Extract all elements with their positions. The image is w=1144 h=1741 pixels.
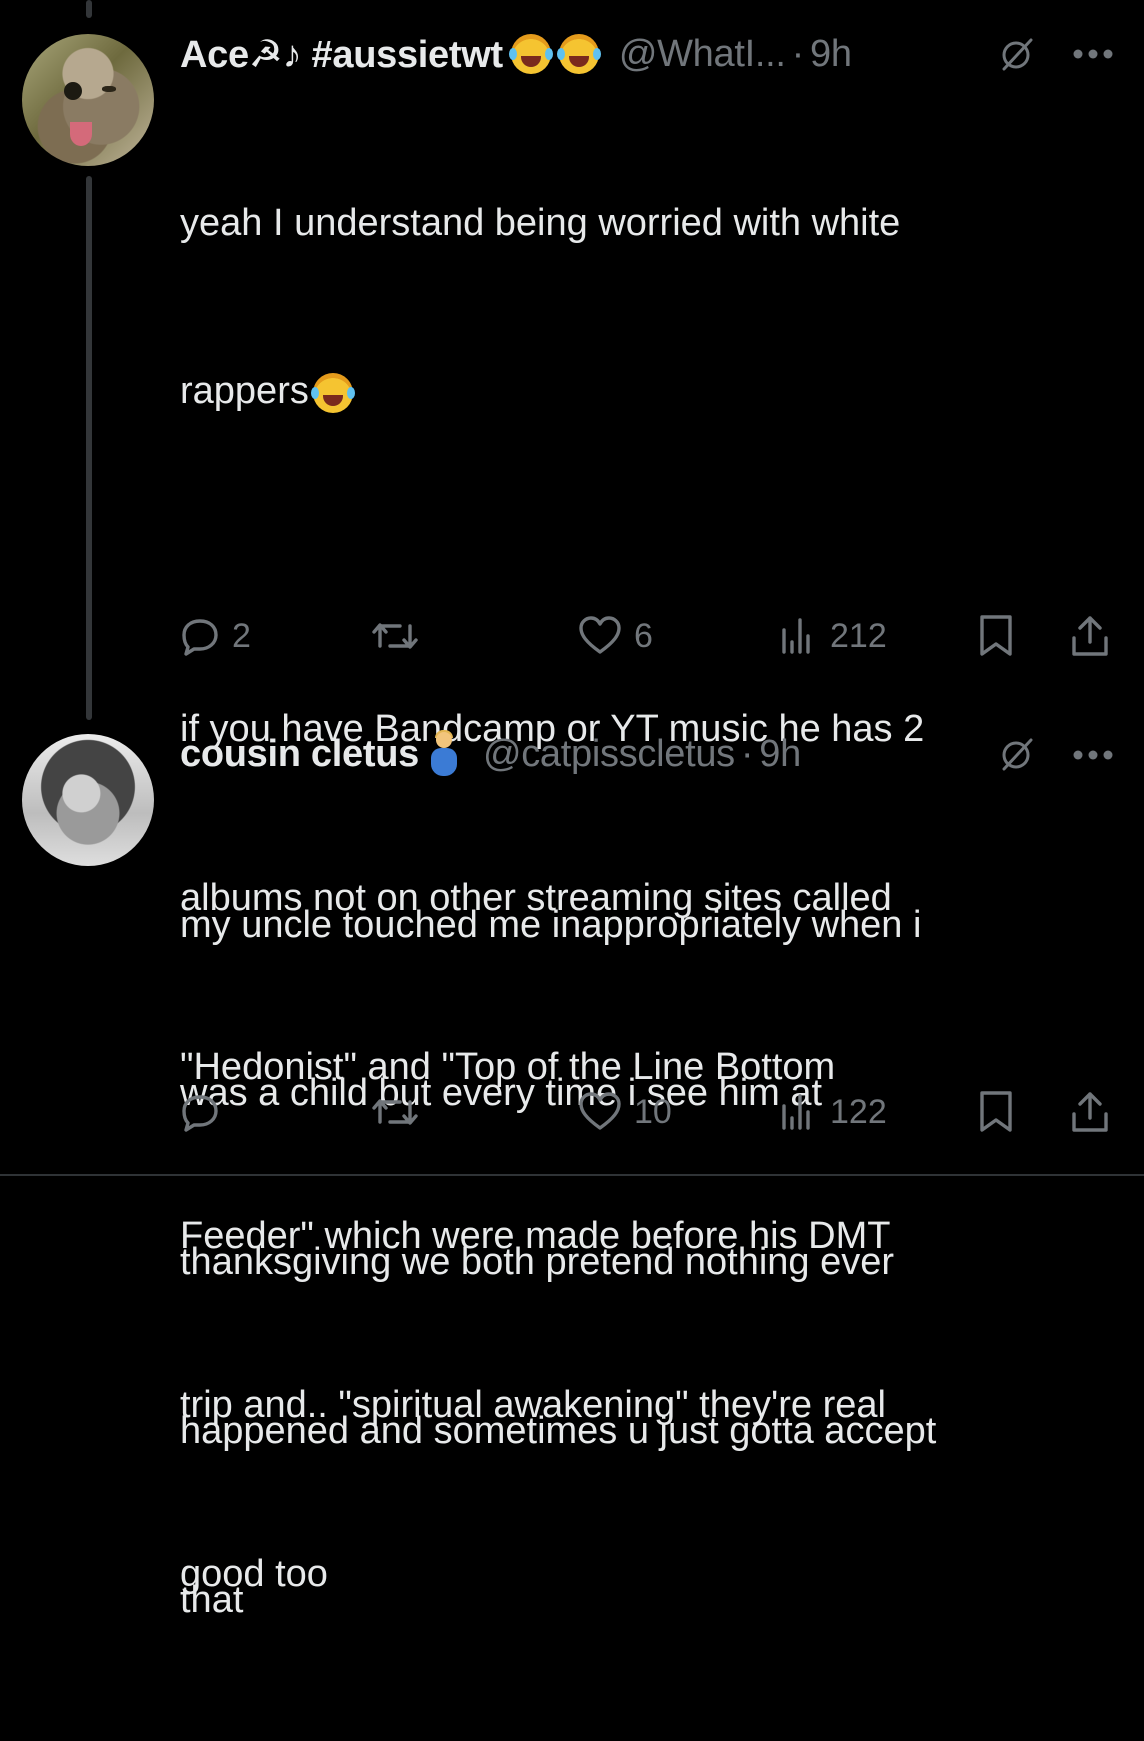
bookmark-icon bbox=[980, 615, 1012, 656]
tweet-text-line: my uncle touched me inappropriately when… bbox=[180, 903, 922, 946]
views-button[interactable]: 122 bbox=[778, 1087, 887, 1137]
like-button[interactable]: 10 bbox=[578, 1087, 672, 1137]
timestamp[interactable]: 9h bbox=[759, 733, 801, 776]
separator-dot: · bbox=[740, 732, 754, 775]
bookmark-button[interactable] bbox=[976, 611, 1016, 661]
share-button[interactable] bbox=[1070, 1087, 1110, 1137]
tweet-text-line: rappers bbox=[180, 363, 1100, 419]
like-button[interactable]: 6 bbox=[578, 611, 653, 661]
more-options-icon[interactable] bbox=[1072, 48, 1114, 60]
display-name[interactable]: cousin cletus bbox=[180, 733, 419, 776]
share-icon bbox=[1072, 616, 1108, 656]
repost-button[interactable] bbox=[370, 611, 420, 661]
divider bbox=[0, 1174, 1144, 1176]
view-count: 212 bbox=[830, 616, 887, 655]
user-handle[interactable]: @WhatI... bbox=[619, 33, 786, 76]
grok-icon[interactable] bbox=[1000, 737, 1034, 771]
display-name[interactable]: Ace☭♪ #aussietwt bbox=[180, 32, 503, 77]
grok-icon[interactable] bbox=[1000, 37, 1034, 71]
view-count: 122 bbox=[830, 1092, 887, 1131]
heart-icon bbox=[579, 1092, 621, 1130]
bookmark-button[interactable] bbox=[976, 1087, 1016, 1137]
tweet-header: Ace☭♪ #aussietwt @WhatI... · 9h bbox=[180, 29, 852, 79]
tweet-header: cousin cletus @catpisscletus · 9h bbox=[180, 729, 801, 779]
tweet-text-line: ​ bbox=[180, 532, 1100, 588]
tweet-text-line: happened and sometimes u just gotta acce… bbox=[180, 1410, 937, 1453]
repost-button[interactable] bbox=[370, 1087, 420, 1137]
views-icon bbox=[782, 1094, 810, 1130]
repost-icon bbox=[372, 623, 418, 649]
share-button[interactable] bbox=[1070, 611, 1110, 661]
joy-cat-emoji bbox=[310, 373, 355, 414]
tweet-text-line: yeah I understand being worried with whi… bbox=[180, 201, 901, 244]
views-button[interactable]: 212 bbox=[778, 611, 887, 661]
reply-count: 2 bbox=[232, 616, 251, 655]
reply-button[interactable] bbox=[180, 1087, 232, 1137]
reply-icon bbox=[182, 1095, 218, 1132]
like-count: 6 bbox=[634, 616, 653, 655]
tweet-text-line: thanksgiving we both pretend nothing eve… bbox=[180, 1241, 895, 1284]
avatar[interactable] bbox=[22, 34, 154, 166]
share-icon bbox=[1072, 1092, 1108, 1132]
timestamp[interactable]: 9h bbox=[810, 33, 852, 76]
tweet-text-fragment: rappers bbox=[180, 370, 309, 413]
reply-button[interactable]: 2 bbox=[180, 611, 251, 661]
cat-eye bbox=[102, 86, 116, 92]
views-icon bbox=[782, 618, 810, 654]
joy-cat-emoji bbox=[556, 34, 601, 74]
more-options-icon[interactable] bbox=[1072, 749, 1114, 761]
tweet-text: my uncle touched me inappropriately when… bbox=[180, 784, 1100, 1741]
like-count: 10 bbox=[634, 1092, 672, 1131]
pregnant-man-emoji bbox=[429, 730, 459, 776]
tweet-actions: 2 6 212 bbox=[180, 611, 1120, 661]
reply-icon bbox=[182, 619, 218, 656]
bookmark-icon bbox=[980, 1091, 1012, 1132]
tweet-text-line: that bbox=[180, 1579, 244, 1622]
repost-icon bbox=[372, 1099, 418, 1125]
thread-line-top bbox=[86, 0, 92, 18]
thread-line bbox=[86, 176, 92, 720]
separator-dot: · bbox=[791, 32, 805, 75]
tweet-actions: 10 122 bbox=[180, 1087, 1120, 1137]
joy-cat-emoji bbox=[508, 34, 553, 74]
heart-icon bbox=[579, 616, 621, 654]
cat-eye bbox=[64, 82, 82, 100]
user-handle[interactable]: @catpisscletus bbox=[483, 733, 735, 776]
cat-tongue bbox=[70, 122, 92, 146]
avatar[interactable] bbox=[22, 734, 154, 866]
